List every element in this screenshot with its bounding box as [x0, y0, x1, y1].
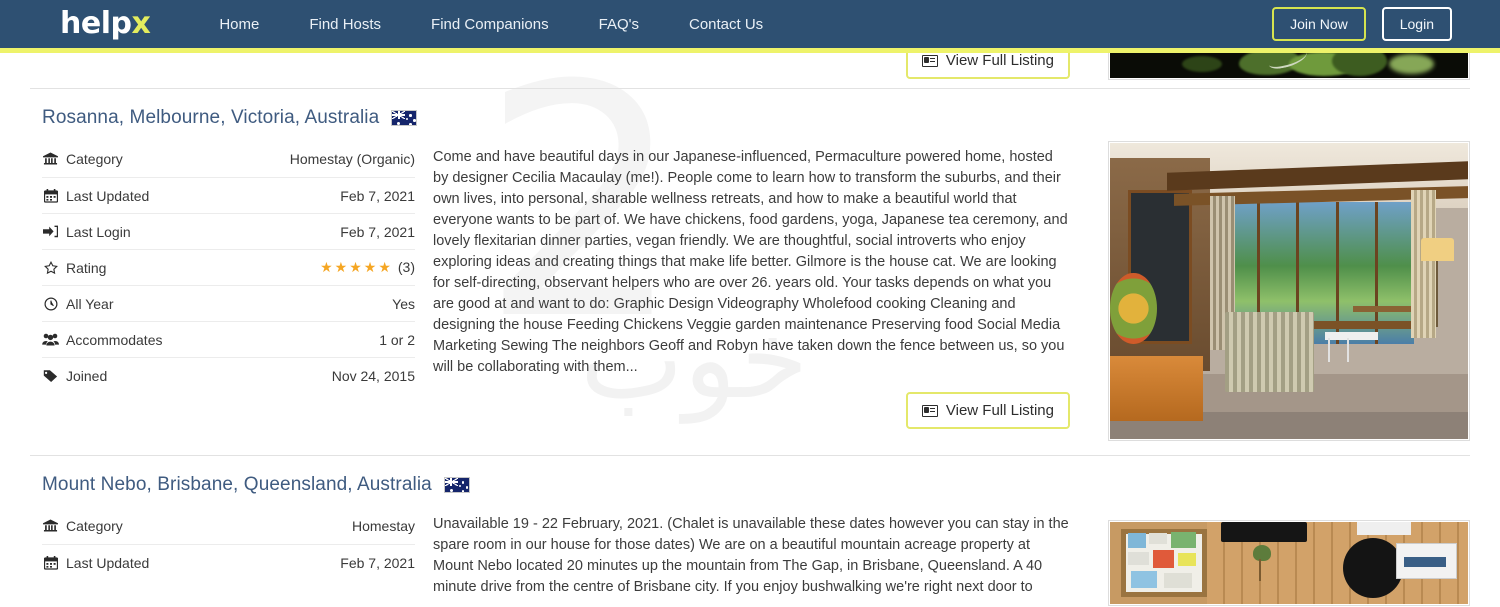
- attribute-label-text: Rating: [66, 259, 107, 276]
- attribute-row-rating: Rating ★★★★★ (3): [42, 249, 415, 285]
- listing-photo[interactable]: [1108, 508, 1470, 606]
- cabin-wall-noticeboard-photo: [1110, 522, 1468, 604]
- attribute-label-joined: Joined: [42, 368, 107, 384]
- attribute-row-last-updated: Last Updated Feb 7, 2021: [42, 544, 415, 580]
- listing-description-text: Come and have beautiful days in our Japa…: [433, 149, 1068, 376]
- nav-item-home[interactable]: Home: [205, 10, 273, 39]
- attribute-label-last-updated: Last Updated: [42, 188, 149, 204]
- page-content: View Full Listing Rosanna, Melbourne, Vi…: [0, 0, 1500, 606]
- view-full-listing-button[interactable]: View Full Listing: [905, 392, 1070, 430]
- attribute-row-accommodates: Accommodates 1 or 2: [42, 321, 415, 357]
- id-card-icon: [921, 404, 938, 417]
- listing-title-row[interactable]: Rosanna, Melbourne, Victoria, Australia: [30, 89, 1470, 141]
- attribute-row-last-updated: Last Updated Feb 7, 2021: [42, 177, 415, 213]
- nav-item-find-hosts[interactable]: Find Hosts: [295, 10, 395, 39]
- attribute-label-accommodates: Accommodates: [42, 332, 162, 348]
- attribute-row-joined: Joined Nov 24, 2015: [42, 357, 415, 393]
- listing-attributes: Category Homestay Last Updated Feb 7, 20…: [30, 508, 415, 606]
- attribute-label-text: Last Updated: [66, 554, 150, 571]
- attribute-label-text: All Year: [66, 295, 114, 312]
- users-icon: [42, 333, 59, 346]
- nav-item-contact-us[interactable]: Contact Us: [675, 10, 777, 39]
- rating-count: (3): [397, 259, 415, 275]
- listing-title-row[interactable]: Mount Nebo, Brisbane, Queensland, Austra…: [30, 456, 1470, 508]
- login-button[interactable]: Login: [1381, 7, 1452, 41]
- attribute-label-text: Last Updated: [66, 187, 150, 204]
- attribute-label-category: Category: [42, 518, 123, 534]
- listing-card-mount-nebo: Mount Nebo, Brisbane, Queensland, Austra…: [30, 456, 1470, 606]
- star-filled-icons: ★★★★★: [320, 259, 393, 275]
- attribute-value-last-login: Feb 7, 2021: [340, 223, 415, 240]
- rating-stars: ★★★★★ (3): [320, 259, 415, 276]
- view-full-listing-label: View Full Listing: [945, 402, 1054, 420]
- attribute-row-category: Category Homestay: [42, 508, 415, 544]
- attribute-label-text: Category: [66, 518, 123, 534]
- attribute-label-text: Accommodates: [66, 331, 163, 348]
- attribute-label-last-login: Last Login: [42, 224, 131, 240]
- attribute-label-category: Category: [42, 151, 123, 167]
- attribute-row-category: Category Homestay (Organic): [42, 141, 415, 177]
- bank-icon: [42, 519, 59, 533]
- attribute-label-rating: Rating: [42, 260, 106, 276]
- australia-flag-icon: [391, 110, 418, 126]
- attribute-value-accommodates: 1 or 2: [379, 331, 415, 348]
- modern-house-interior-photo: [1110, 143, 1468, 439]
- listing-title-text: Mount Nebo, Brisbane, Queensland, Austra…: [42, 474, 432, 495]
- attribute-label-all-year: All Year: [42, 296, 113, 312]
- nav-actions: Join Now Login: [1272, 0, 1452, 48]
- nav-links: Home Find Hosts Find Companions FAQ's Co…: [205, 10, 799, 39]
- nav-item-find-companions[interactable]: Find Companions: [417, 10, 563, 39]
- clock-icon: [42, 296, 59, 311]
- sign-in-icon: [42, 225, 59, 238]
- attribute-label-text: Category: [66, 151, 123, 167]
- listing-photo[interactable]: [1108, 141, 1470, 441]
- listing-description-wrap: Come and have beautiful days in our Japa…: [415, 141, 1100, 441]
- listing-attributes: Category Homestay (Organic) Last Updated…: [30, 141, 415, 441]
- attribute-value-last-updated: Feb 7, 2021: [340, 187, 415, 204]
- attribute-row-all-year: All Year Yes: [42, 285, 415, 321]
- attribute-value-all-year: Yes: [392, 295, 415, 312]
- calendar-icon: [42, 188, 59, 203]
- id-card-icon: [921, 54, 938, 67]
- australia-flag-icon: [443, 477, 470, 493]
- attribute-value-last-updated: Feb 7, 2021: [340, 554, 415, 571]
- brand-text-main: help: [60, 6, 132, 41]
- site-logo[interactable]: helpx: [60, 6, 151, 41]
- attribute-row-last-login: Last Login Feb 7, 2021: [42, 213, 415, 249]
- view-full-listing-label: View Full Listing: [945, 52, 1054, 69]
- bank-icon: [42, 152, 59, 166]
- attribute-label-last-updated: Last Updated: [42, 555, 149, 571]
- listing-description-wrap: Unavailable 19 - 22 February, 2021. (Cha…: [415, 508, 1100, 606]
- navbar-accent-line: [0, 48, 1500, 53]
- attribute-label-text: Last Login: [66, 223, 131, 240]
- top-navbar: helpx Home Find Hosts Find Companions FA…: [0, 0, 1500, 48]
- brand-text-accent: x: [131, 6, 151, 41]
- nav-item-faqs[interactable]: FAQ's: [585, 10, 653, 39]
- listing-card-rosanna: Rosanna, Melbourne, Victoria, Australia …: [30, 89, 1470, 456]
- attribute-label-text: Joined: [66, 367, 108, 384]
- calendar-icon: [42, 555, 59, 570]
- join-now-button[interactable]: Join Now: [1272, 7, 1366, 41]
- attribute-value-category: Homestay (Organic): [289, 151, 415, 167]
- star-outline-icon: [42, 260, 59, 275]
- listing-description-text: Unavailable 19 - 22 February, 2021. (Cha…: [433, 516, 1069, 596]
- attribute-value-joined: Nov 24, 2015: [331, 367, 415, 384]
- listing-title-text: Rosanna, Melbourne, Victoria, Australia: [42, 107, 380, 128]
- tag-icon: [42, 369, 59, 383]
- attribute-value-category: Homestay: [351, 518, 415, 534]
